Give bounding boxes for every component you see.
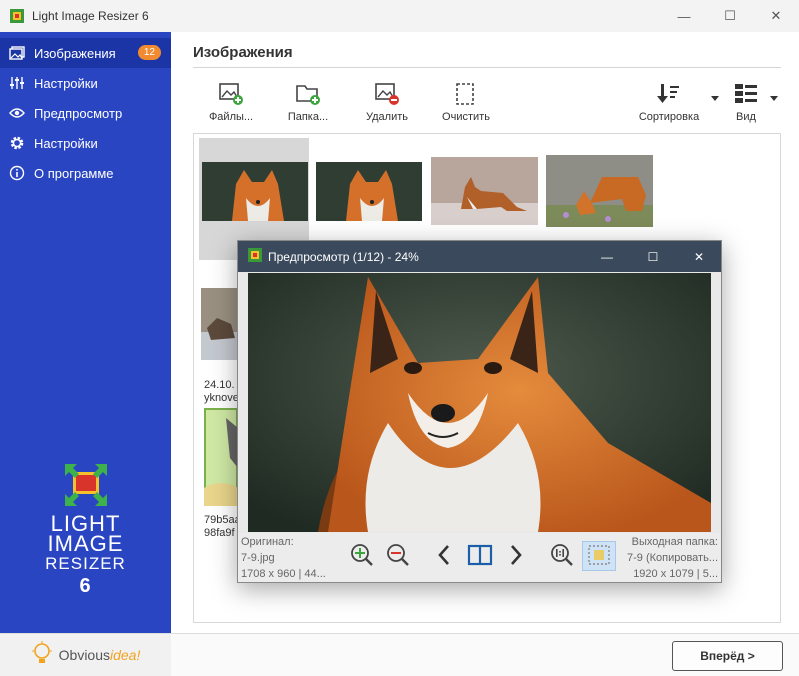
split-view-icon <box>467 544 493 569</box>
thumbnail-image[interactable] <box>546 155 653 227</box>
title-bar: Light Image Resizer 6 — ☐ ✕ <box>0 0 799 32</box>
logo-text-version: 6 <box>79 575 92 597</box>
chevron-right-icon <box>508 544 524 569</box>
maximize-button[interactable]: ☐ <box>707 0 753 32</box>
sliders-icon <box>8 74 26 92</box>
fit-window-icon <box>587 544 611 569</box>
add-files-button[interactable]: Файлы... <box>196 82 266 126</box>
brand-part2: idea! <box>110 647 141 663</box>
minimize-button[interactable]: — <box>661 0 707 32</box>
add-image-icon <box>218 82 244 106</box>
compare-view-button[interactable] <box>464 541 496 571</box>
product-logo: LIGHT IMAGE RESIZER 6 <box>0 462 171 596</box>
preview-close-button[interactable]: ✕ <box>676 241 722 272</box>
images-icon <box>8 44 26 62</box>
zoom-out-icon <box>386 543 410 570</box>
preview-minimize-button[interactable]: — <box>584 241 630 272</box>
sidebar-item-preview[interactable]: Предпросмотр <box>0 98 171 128</box>
zoom-in-icon <box>350 543 374 570</box>
chevron-left-icon <box>436 544 452 569</box>
eye-icon <box>8 104 26 122</box>
resize-logo-icon <box>63 462 109 508</box>
sidebar-item-settings[interactable]: Настройки <box>0 68 171 98</box>
image-count-badge: 12 <box>137 45 161 60</box>
info-icon <box>8 164 26 182</box>
thumbnail-filename: yknove <box>204 392 239 404</box>
preview-title: Предпросмотр (1/12) - 24% <box>268 249 419 264</box>
clear-icon <box>453 82 479 106</box>
thumbnail-image[interactable] <box>201 288 238 360</box>
thumbnail-date: 24.10. <box>204 379 235 391</box>
sidebar-item-about[interactable]: О программе <box>0 158 171 188</box>
app-icon <box>248 248 262 265</box>
thumbnail-image[interactable] <box>204 408 238 506</box>
sidebar-item-label: Предпросмотр <box>34 105 123 121</box>
close-button[interactable]: ✕ <box>753 0 799 32</box>
preview-window: Предпросмотр (1/12) - 24% — ☐ ✕ Оригинал… <box>237 240 722 583</box>
previous-image-button[interactable] <box>428 541 460 571</box>
output-dimensions: 1920 x 1079 | 5... <box>633 568 718 580</box>
actual-size-button[interactable] <box>546 541 578 571</box>
remove-button[interactable]: Удалить <box>352 82 422 126</box>
thumbnail-filename: 98fa9f <box>204 527 235 539</box>
sidebar-item-images[interactable]: Изображения 12 <box>0 38 171 68</box>
sidebar-item-label: О программе <box>34 165 114 181</box>
preview-maximize-button[interactable]: ☐ <box>630 241 676 272</box>
logo-text-resizer: RESIZER <box>45 554 126 573</box>
page-title: Изображения <box>193 44 293 61</box>
sidebar-item-label: Настройки <box>34 75 98 91</box>
preview-image <box>248 273 711 532</box>
original-label: Оригинал: <box>241 536 294 548</box>
zoom-actual-size-icon <box>550 543 574 570</box>
output-filename: 7-9 (Копировать... <box>626 552 718 564</box>
next-image-button[interactable] <box>500 541 532 571</box>
output-folder-label: Выходная папка: <box>631 536 718 548</box>
thumbnail-image[interactable] <box>202 162 308 221</box>
header-divider <box>193 67 781 68</box>
add-folder-icon <box>295 82 321 106</box>
thumbnail-filename: 79b5aa <box>204 514 241 526</box>
fit-to-window-button[interactable] <box>582 541 616 571</box>
original-dimensions: 1708 x 960 | 44... <box>241 568 326 580</box>
view-dropdown-arrow[interactable] <box>770 96 778 101</box>
thumbnail-image[interactable] <box>316 162 422 221</box>
sidebar-item-options[interactable]: Настройки <box>0 128 171 158</box>
remove-image-icon <box>374 82 400 106</box>
preview-title-bar: Предпросмотр (1/12) - 24% — ☐ ✕ <box>238 241 721 272</box>
logo-text-image: IMAGE <box>47 531 124 556</box>
view-list-icon <box>733 82 759 106</box>
thumbnail-image[interactable] <box>431 157 538 225</box>
add-folder-button[interactable]: Папка... <box>273 82 343 126</box>
sort-icon <box>656 82 682 106</box>
lightbulb-icon <box>31 640 53 670</box>
original-filename: 7-9.jpg <box>241 552 275 564</box>
preview-footer: Оригинал: 7-9.jpg 1708 x 960 | 44... Вых… <box>238 533 721 582</box>
zoom-in-button[interactable] <box>346 541 378 571</box>
app-icon <box>10 9 24 23</box>
obviousidea-brand[interactable]: Obviousidea! <box>0 633 171 676</box>
view-button[interactable]: Вид <box>711 82 781 126</box>
zoom-out-button[interactable] <box>382 541 414 571</box>
gear-icon <box>8 134 26 152</box>
window-title: Light Image Resizer 6 <box>32 9 149 23</box>
sidebar: Изображения 12 Настройки Предпросмотр На… <box>0 32 171 633</box>
sort-button[interactable]: Сортировка <box>634 82 704 126</box>
sidebar-item-label: Изображения <box>34 45 116 61</box>
clear-button[interactable]: Очистить <box>431 82 501 126</box>
sidebar-item-label: Настройки <box>34 135 98 151</box>
next-button[interactable]: Вперёд > <box>672 641 783 671</box>
brand-part1: Obvious <box>58 647 110 663</box>
